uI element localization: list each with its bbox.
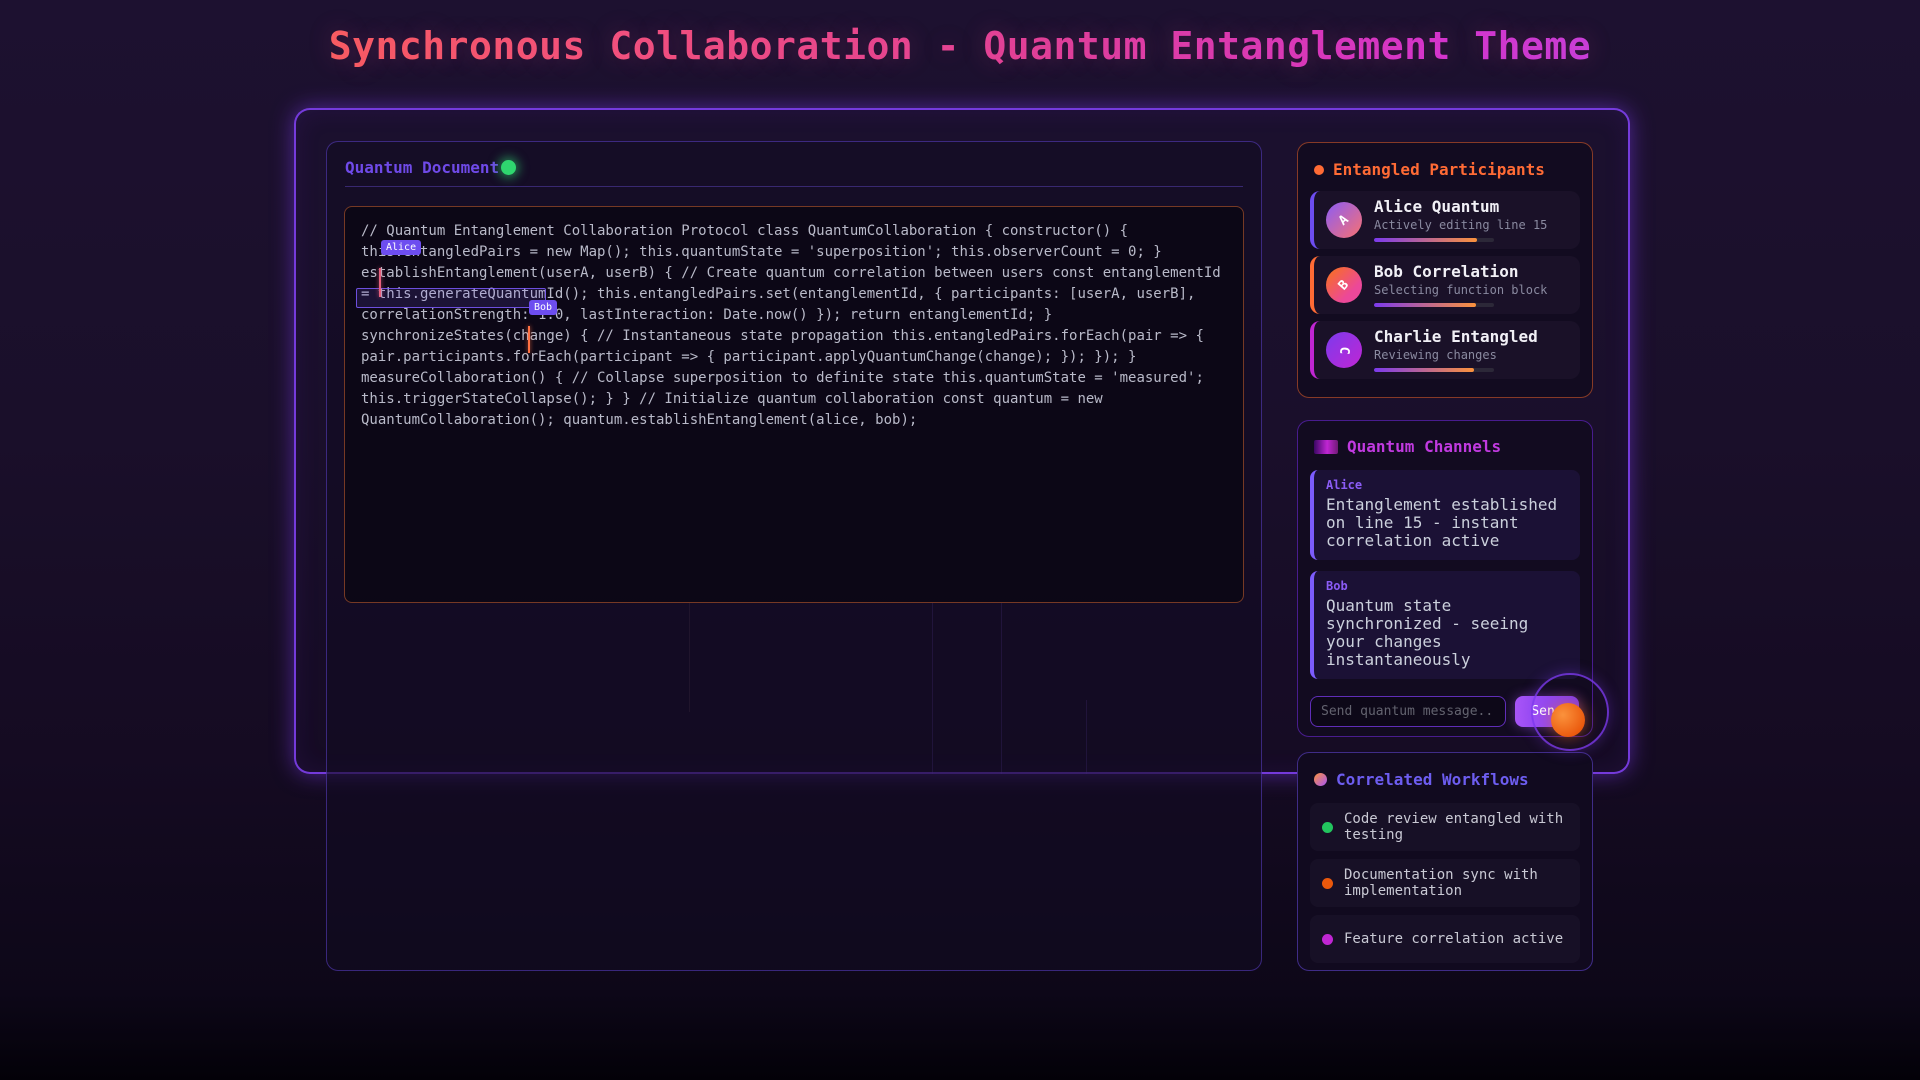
participants-title: Entangled Participants: [1333, 160, 1545, 179]
workflows-title: Correlated Workflows: [1336, 770, 1529, 789]
orange-dot-icon: [1314, 165, 1324, 175]
participant-card: B Bob Correlation Selecting function blo…: [1310, 256, 1580, 314]
message-input[interactable]: [1310, 696, 1506, 727]
avatar: B: [1326, 267, 1362, 303]
workflow-text: Documentation sync with implementation: [1344, 867, 1568, 899]
gradient-chip-icon: [1314, 440, 1338, 454]
remote-selection-bob: [356, 288, 546, 308]
participant-name: Alice Quantum: [1374, 198, 1547, 216]
active-status-dot: [501, 160, 516, 175]
code-text: // Quantum Entanglement Collaboration Pr…: [361, 221, 1221, 431]
remote-cursor-label-bob: Bob: [529, 300, 557, 315]
workflow-item: Feature correlation active: [1310, 915, 1580, 963]
code-editor[interactable]: // Quantum Entanglement Collaboration Pr…: [344, 206, 1244, 603]
avatar: A: [1326, 202, 1362, 238]
document-title: Quantum Document: [345, 158, 499, 177]
remote-cursor-label-alice: Alice: [381, 240, 421, 255]
remote-caret-bob: [528, 326, 530, 353]
participant-status: Actively editing line 15: [1374, 218, 1547, 232]
status-dot: [1322, 934, 1333, 945]
gradient-dot-icon: [1314, 773, 1327, 786]
header-divider: [345, 186, 1243, 187]
remote-caret-alice: [379, 268, 381, 297]
workflows-header: Correlated Workflows: [1314, 770, 1576, 789]
chat-message: Bob Quantum state synchronized - seeing …: [1310, 571, 1580, 679]
message-text: Entanglement established on line 15 - in…: [1326, 496, 1568, 550]
status-dot: [1322, 822, 1333, 833]
workflow-item: Documentation sync with implementation: [1310, 859, 1580, 907]
participants-header: Entangled Participants: [1314, 160, 1576, 179]
participant-name: Charlie Entangled: [1374, 328, 1538, 346]
workflow-item: Code review entangled with testing: [1310, 803, 1580, 851]
chat-message: Alice Entanglement established on line 1…: [1310, 470, 1580, 560]
workflow-text: Feature correlation active: [1344, 931, 1563, 947]
app-root: Synchronous Collaboration - Quantum Enta…: [0, 0, 1920, 1080]
participant-card: A Alice Quantum Actively editing line 15: [1310, 191, 1580, 249]
entangled-participants-panel: Entangled Participants A Alice Quantum A…: [1297, 142, 1593, 398]
channels-title: Quantum Channels: [1347, 437, 1501, 456]
workflow-text: Code review entangled with testing: [1344, 811, 1568, 843]
page-title: Synchronous Collaboration - Quantum Enta…: [0, 24, 1920, 68]
message-sender: Alice: [1326, 478, 1568, 492]
message-sender: Bob: [1326, 579, 1568, 593]
participant-name: Bob Correlation: [1374, 263, 1547, 281]
activity-progress: [1374, 303, 1494, 307]
participant-status: Selecting function block: [1374, 283, 1547, 297]
activity-progress: [1374, 238, 1494, 242]
participant-status: Reviewing changes: [1374, 348, 1538, 362]
activity-progress: [1374, 368, 1494, 372]
correlated-workflows-panel: Correlated Workflows Code review entangl…: [1297, 752, 1593, 971]
avatar: C: [1326, 332, 1362, 368]
quantum-document-panel: Quantum Document // Quantum Entanglement…: [326, 141, 1262, 971]
channels-header: Quantum Channels: [1314, 437, 1576, 456]
message-text: Quantum state synchronized - seeing your…: [1326, 597, 1568, 669]
status-dot: [1322, 878, 1333, 889]
participant-card: C Charlie Entangled Reviewing changes: [1310, 321, 1580, 379]
document-header: Quantum Document: [327, 142, 1261, 186]
quantum-orb-decoration: [1551, 703, 1585, 737]
